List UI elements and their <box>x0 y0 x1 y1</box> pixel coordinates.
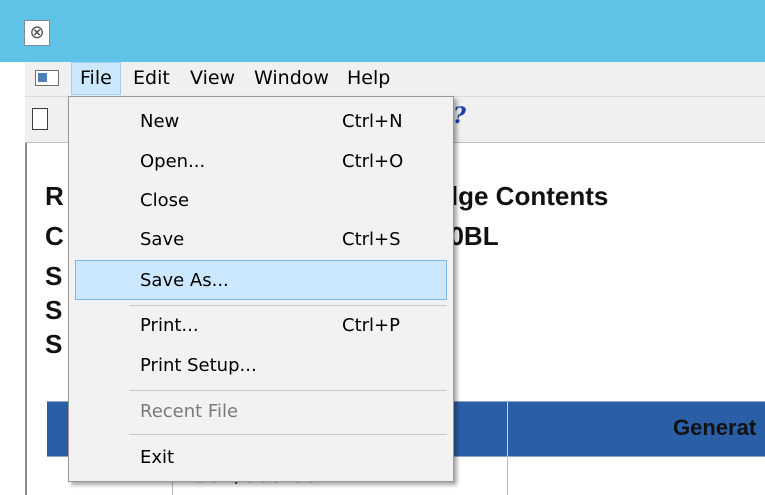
report-line-3: S <box>45 261 63 291</box>
menu-edit[interactable]: Edit <box>125 62 178 95</box>
file-menu-dropdown: New Ctrl+N Open... Ctrl+O Close Save Ctr… <box>68 96 454 482</box>
menu-file[interactable]: File <box>71 62 121 95</box>
cell-divider <box>507 455 508 495</box>
menu-item-shortcut: Ctrl+P <box>342 315 400 336</box>
report-line-2-prefix: C <box>45 221 64 251</box>
column-divider <box>507 402 508 456</box>
menu-item-exit[interactable]: Exit <box>69 438 453 478</box>
menu-window[interactable]: Window <box>246 62 337 95</box>
menu-separator <box>129 390 447 391</box>
report-line-5: S <box>45 329 63 359</box>
document-icon[interactable] <box>35 70 59 86</box>
menu-item-label: New <box>140 111 180 132</box>
help-icon[interactable]: ? <box>453 103 466 129</box>
new-document-icon[interactable] <box>32 108 48 130</box>
menu-item-label: Print... <box>140 315 199 336</box>
menu-item-label: Save As... <box>140 270 229 291</box>
menu-item-label: Print Setup... <box>140 355 257 376</box>
report-title-prefix: R <box>45 181 64 211</box>
menu-item-label: Recent File <box>140 401 239 422</box>
title-bar: ⊗ <box>0 0 765 62</box>
menu-item-shortcut: Ctrl+N <box>342 111 403 132</box>
menu-item-shortcut: Ctrl+O <box>342 151 404 172</box>
menu-item-print-setup[interactable]: Print Setup... <box>69 346 453 386</box>
menu-help[interactable]: Help <box>339 62 398 95</box>
menu-item-label: Open... <box>140 151 206 172</box>
menu-item-open[interactable]: Open... Ctrl+O <box>69 142 453 182</box>
menu-item-save[interactable]: Save Ctrl+S <box>69 220 453 260</box>
app-icon[interactable]: ⊗ <box>24 20 50 46</box>
menu-item-label: Close <box>140 190 190 211</box>
menu-item-save-as[interactable]: Save As... <box>75 260 447 300</box>
menu-item-shortcut: Ctrl+S <box>342 229 401 250</box>
menu-bar: File Edit View Window Help <box>25 62 765 97</box>
menu-item-print[interactable]: Print... Ctrl+P <box>69 306 453 346</box>
menu-item-close[interactable]: Close <box>69 181 453 221</box>
report-line-4: S <box>45 295 63 325</box>
report-title-suffix: idge Contents <box>435 181 609 211</box>
menu-item-label: Save <box>140 229 185 250</box>
menu-separator <box>129 434 447 435</box>
menu-item-label: Exit <box>140 447 175 468</box>
column-header-generated: Generat <box>673 415 757 440</box>
menu-item-new[interactable]: New Ctrl+N <box>69 102 453 142</box>
menu-view[interactable]: View <box>182 62 243 95</box>
menu-item-recent-file: Recent File <box>69 392 453 432</box>
